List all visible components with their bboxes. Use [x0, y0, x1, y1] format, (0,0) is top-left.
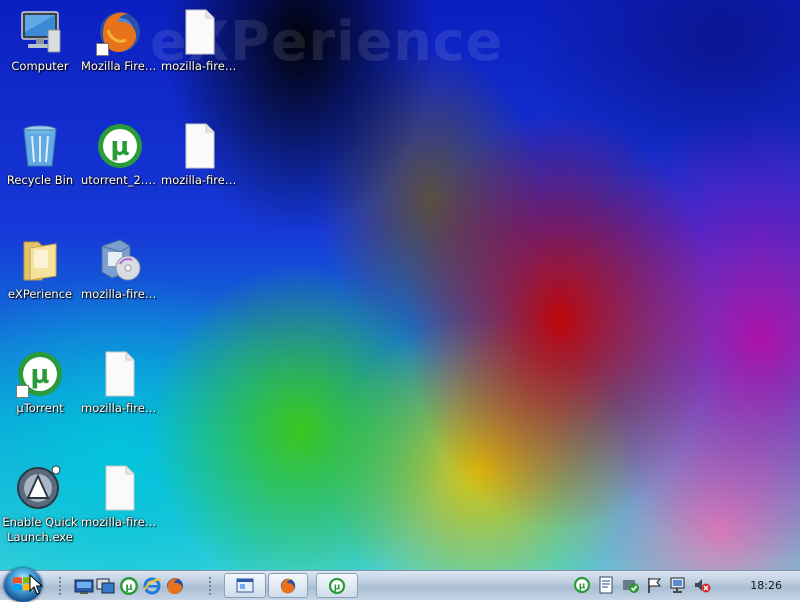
- desktop-icon-label: mozilla-firef...: [161, 59, 239, 73]
- blank-file-icon: [96, 464, 144, 512]
- blank-file-icon: [96, 350, 144, 398]
- utorrent-icon[interactable]: µ: [573, 576, 591, 594]
- installer-disc-icon: [96, 236, 144, 284]
- desktop-icon-label: utorrent_2.2....: [81, 173, 159, 187]
- desktop-icon-utorrent-installer[interactable]: µ utorrent_2.2....: [81, 122, 159, 188]
- utorrent-icon: µ: [96, 122, 144, 170]
- mouse-cursor-icon: [29, 574, 43, 595]
- desktop-icon-label: mozilla-firef...: [161, 173, 239, 187]
- taskbar: µ µ µ 18:26: [0, 568, 800, 602]
- desktop-icon-file[interactable]: mozilla-firef...: [81, 350, 159, 416]
- action-center-flag-icon[interactable]: [645, 576, 663, 594]
- desktop-icon-utorrent[interactable]: µ µTorrent: [1, 350, 79, 416]
- svg-text:µ: µ: [125, 582, 133, 593]
- utorrent-icon[interactable]: µ: [119, 576, 139, 596]
- security-shield-icon[interactable]: [621, 576, 639, 594]
- show-desktop-icon[interactable]: [74, 576, 94, 596]
- recycle-bin-icon: [16, 122, 64, 170]
- desktop-icon-file[interactable]: mozilla-firef...: [161, 122, 239, 188]
- desktop-icon-label: mozilla-firef...: [81, 287, 159, 301]
- network-icon[interactable]: [669, 576, 687, 594]
- svg-text:µ: µ: [30, 360, 49, 390]
- desktop-icon-label: eXPerience: [7, 287, 73, 301]
- desktop-icon-enable-quick-launch[interactable]: Enable Quick Launch.exe: [1, 464, 79, 545]
- svg-text:µ: µ: [110, 132, 129, 162]
- desktop-icon-label: mozilla-firef...: [81, 401, 159, 415]
- utorrent-icon: µ: [16, 350, 64, 398]
- desktop-icon-label: Enable Quick Launch.exe: [2, 515, 78, 544]
- firefox-icon[interactable]: [165, 576, 185, 596]
- firefox-icon: [280, 578, 296, 594]
- desktop-icon-computer[interactable]: Computer: [1, 8, 79, 74]
- desktop-icon-label: µTorrent: [16, 401, 64, 415]
- explorer-window-icon: [236, 578, 254, 593]
- desktop-icon-mozilla-firefox[interactable]: Mozilla Firefox: [81, 8, 159, 74]
- desktop-icon-firefox-setup[interactable]: mozilla-firef...: [81, 236, 159, 302]
- desktop-icon-experience-folder[interactable]: eXPerience: [1, 236, 79, 302]
- blank-file-icon: [176, 122, 224, 170]
- internet-explorer-icon[interactable]: [142, 576, 162, 596]
- taskbar-button-explorer[interactable]: [224, 573, 266, 598]
- taskbar-grip[interactable]: [58, 576, 62, 596]
- quick-launch-app-icon: [16, 464, 64, 512]
- taskbar-button-utorrent[interactable]: µ: [316, 573, 358, 598]
- folder-icon: [16, 236, 64, 284]
- volume-muted-icon[interactable]: [693, 576, 711, 594]
- desktop-icon-recycle-bin[interactable]: Recycle Bin: [1, 122, 79, 188]
- taskbar-clock[interactable]: 18:26: [750, 579, 782, 592]
- blank-file-icon: [176, 8, 224, 56]
- taskbar-button-firefox[interactable]: [268, 573, 308, 598]
- desktop-icon-file[interactable]: mozilla-firef...: [161, 8, 239, 74]
- document-icon[interactable]: [597, 576, 615, 594]
- shortcut-arrow-icon: [16, 385, 29, 398]
- desktop-icon-label: mozilla-firef...: [81, 515, 159, 529]
- switch-windows-icon[interactable]: [96, 576, 116, 596]
- desktop-icon-file[interactable]: mozilla-firef...: [81, 464, 159, 530]
- svg-text:µ: µ: [579, 582, 586, 592]
- taskbar-grip[interactable]: [208, 576, 212, 596]
- utorrent-icon: µ: [328, 577, 346, 595]
- shortcut-arrow-icon: [96, 43, 109, 56]
- desktop-icon-label: Mozilla Firefox: [81, 59, 159, 73]
- computer-icon: [16, 8, 64, 56]
- desktop-icon-label: Recycle Bin: [6, 173, 74, 187]
- svg-text:µ: µ: [334, 583, 341, 593]
- firefox-icon: [96, 8, 144, 56]
- desktop-icon-label: Computer: [11, 59, 69, 73]
